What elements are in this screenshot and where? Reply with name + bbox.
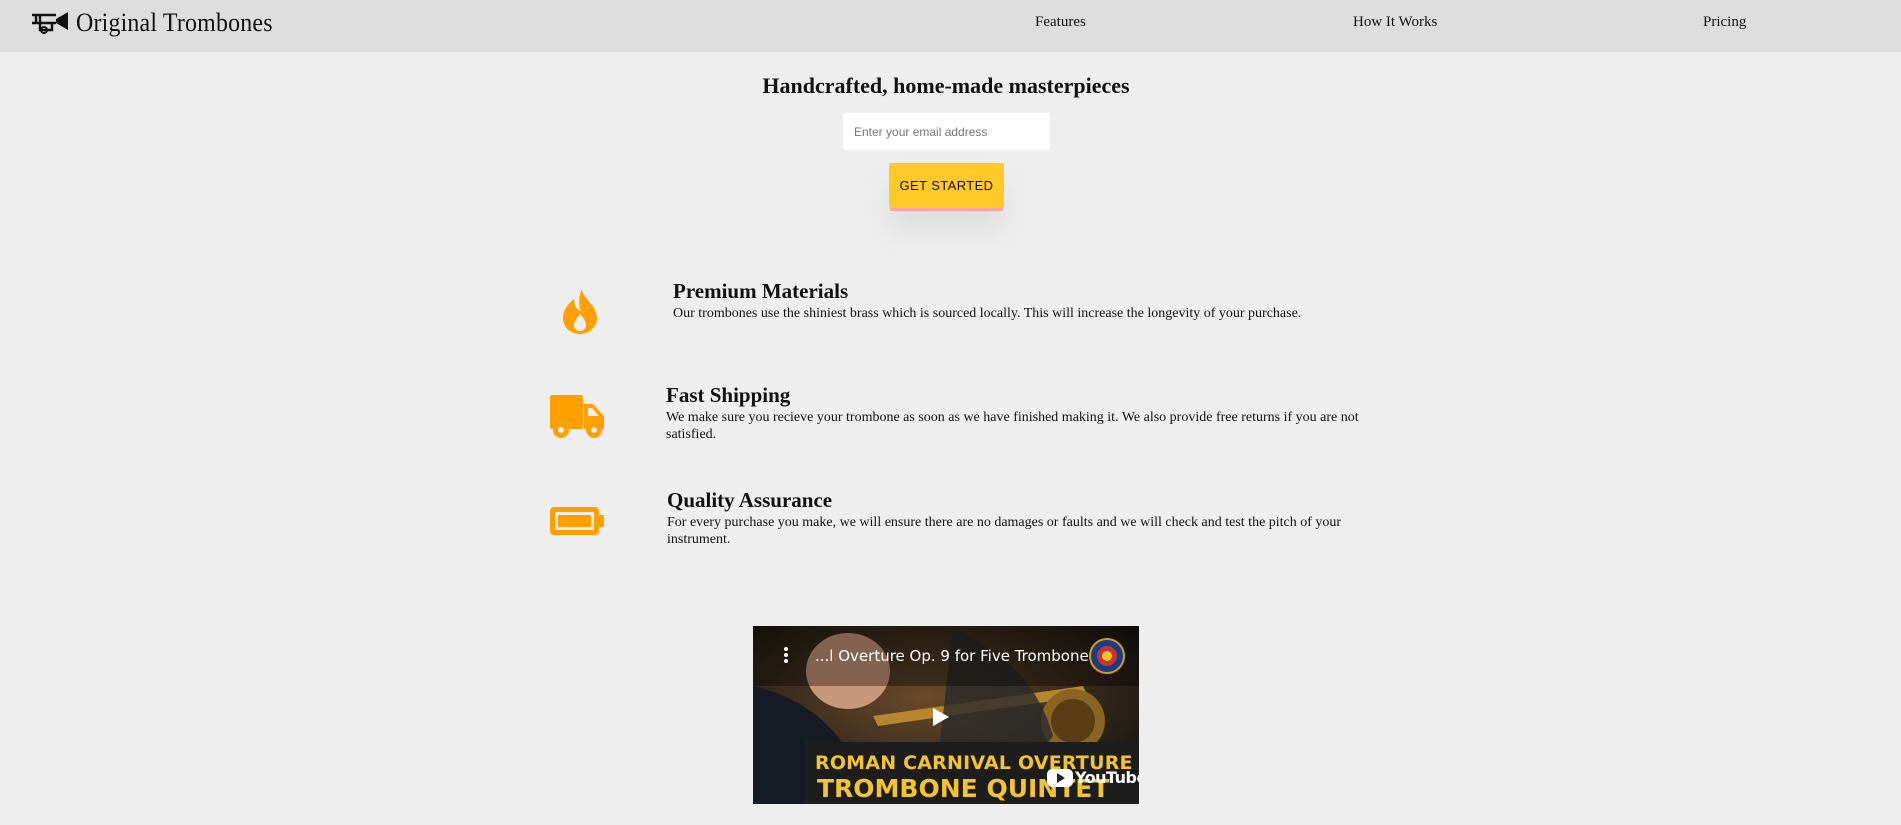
- feature-description: Our trombones use the shiniest brass whi…: [673, 306, 1302, 321]
- more-options-icon[interactable]: [783, 646, 789, 664]
- battery-icon: [550, 507, 604, 535]
- trombone-icon: [32, 12, 68, 34]
- feature-title: Fast Shipping: [666, 383, 791, 407]
- nav-features[interactable]: Features: [1035, 14, 1086, 31]
- get-started-button[interactable]: GET STARTED: [889, 163, 1004, 208]
- video-title[interactable]: ...l Overture Op. 9 for Five Trombones: [815, 647, 1097, 665]
- feature-title: Quality Assurance: [667, 488, 833, 512]
- play-icon[interactable]: [929, 706, 951, 728]
- fire-icon: [563, 289, 597, 334]
- feature-title: Premium Materials: [673, 279, 849, 303]
- logo-text: Original Trombones: [76, 8, 273, 37]
- youtube-label: YouTube: [1075, 768, 1139, 787]
- logo[interactable]: Original Trombones: [30, 8, 290, 38]
- truck-icon: [550, 395, 604, 438]
- feature-description: We make sure you recieve your trombone a…: [666, 410, 1359, 442]
- email-input[interactable]: [843, 113, 1050, 150]
- video-player[interactable]: ...l Overture Op. 9 for Five Trombones R…: [753, 626, 1139, 804]
- feature-description: For every purchase you make, we will ens…: [667, 515, 1342, 547]
- video-banner: ROMAN CARNIVAL OVERTURE TROMBONE QUINTET…: [805, 742, 1139, 804]
- channel-logo-icon[interactable]: [1089, 638, 1125, 674]
- nav-how-it-works[interactable]: How It Works: [1353, 14, 1437, 31]
- nav-pricing[interactable]: Pricing: [1703, 14, 1746, 31]
- hero-title: Handcrafted, home-made masterpieces: [762, 73, 1130, 98]
- site-header: Original Trombones Features How It Works…: [0, 0, 1901, 52]
- youtube-play-icon: [1047, 768, 1073, 787]
- youtube-logo[interactable]: YouTube: [1047, 768, 1139, 787]
